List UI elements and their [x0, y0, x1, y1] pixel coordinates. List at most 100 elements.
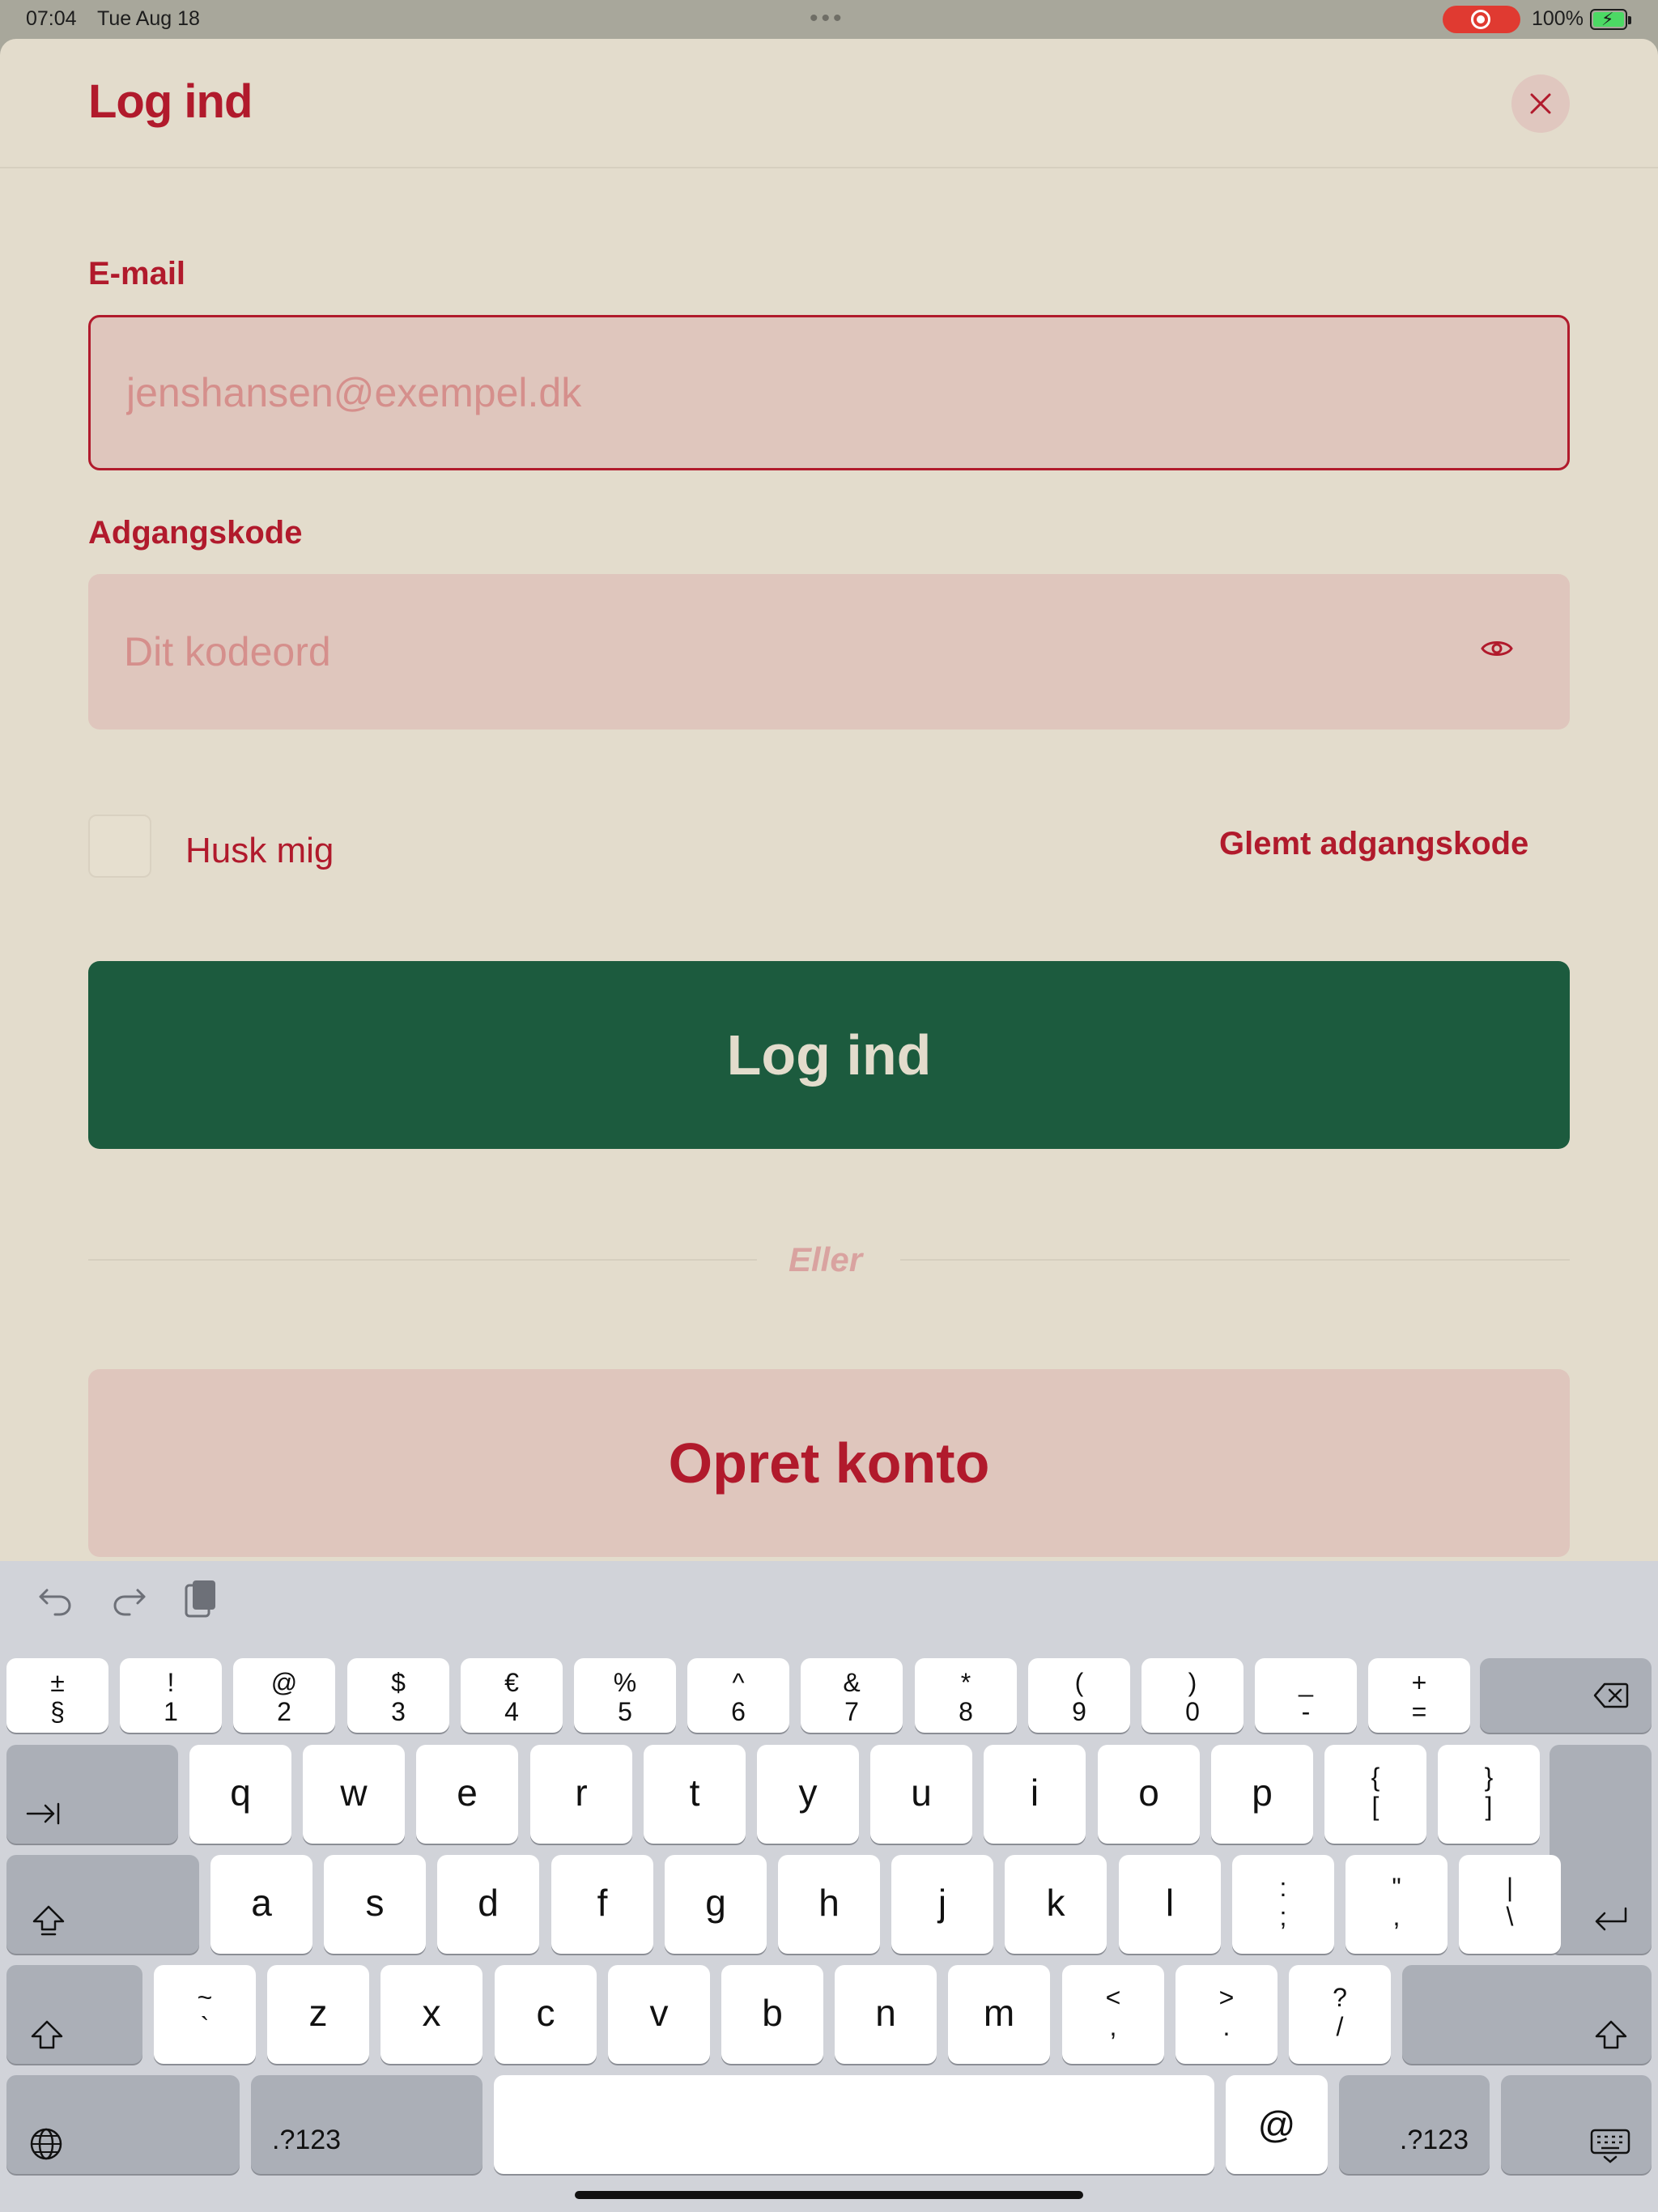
login-button[interactable]: Log ind [88, 961, 1570, 1149]
caps-lock-key[interactable] [6, 1855, 199, 1954]
key-6[interactable]: ^ 6 [687, 1658, 789, 1733]
globe-key[interactable] [6, 2075, 240, 2174]
password-label: Adgangskode [88, 515, 303, 551]
key-1[interactable]: ! 1 [120, 1658, 222, 1733]
key-g[interactable]: g [665, 1855, 767, 1954]
battery-icon: ⚡ [1590, 9, 1631, 30]
multitasking-dots-icon[interactable]: ••• [810, 6, 845, 31]
key-o[interactable]: o [1098, 1745, 1200, 1844]
key-p[interactable]: p [1211, 1745, 1313, 1844]
key-symbol-2[interactable]: | \ [1459, 1855, 1561, 1954]
caps-lock-icon [32, 1905, 65, 1936]
key-h[interactable]: h [778, 1855, 880, 1954]
close-icon [1530, 93, 1551, 114]
at-key[interactable]: @ [1226, 2075, 1328, 2174]
email-field-container[interactable] [88, 315, 1570, 470]
shift-right-key[interactable] [1402, 1965, 1652, 2064]
key-d[interactable]: d [437, 1855, 539, 1954]
key-m[interactable]: m [948, 1965, 1050, 2064]
tab-icon [26, 1802, 60, 1825]
key-w[interactable]: w [303, 1745, 405, 1844]
shift-icon [31, 2020, 63, 2049]
undo-icon[interactable] [37, 1582, 73, 1618]
key-9[interactable]: (9 [1028, 1658, 1130, 1733]
forgot-password-link[interactable]: Glemt adgangskode [1219, 826, 1528, 862]
key-symbol-0[interactable]: :; [1232, 1855, 1334, 1954]
key-5[interactable]: % 5 [574, 1658, 676, 1733]
key-punct-2[interactable]: ? / [1289, 1965, 1391, 2064]
key-r[interactable]: r [530, 1745, 632, 1844]
screen-recording-icon[interactable] [1443, 6, 1520, 33]
key-0[interactable]: ) 0 [1141, 1658, 1244, 1733]
divider-line-right [900, 1259, 1570, 1261]
key-c[interactable]: c [495, 1965, 597, 2064]
key-f[interactable]: f [551, 1855, 653, 1954]
key-§[interactable]: ± § [6, 1658, 108, 1733]
key-x[interactable]: x [380, 1965, 483, 2064]
email-label: E-mail [88, 256, 186, 291]
divider-line-left [88, 1259, 757, 1261]
key-[[interactable]: {[ [1324, 1745, 1426, 1844]
key-=[interactable]: + = [1368, 1658, 1470, 1733]
key-e[interactable]: e [416, 1745, 518, 1844]
key-tilde[interactable]: ~ ` [154, 1965, 256, 2064]
password-field-container[interactable] [88, 574, 1570, 730]
backspace-icon [1593, 1682, 1629, 1708]
key--[interactable]: _ - [1255, 1658, 1357, 1733]
tab-key[interactable] [6, 1745, 178, 1844]
key-l[interactable]: l [1119, 1855, 1221, 1954]
key-q[interactable]: q [189, 1745, 291, 1844]
globe-icon [30, 2128, 62, 2160]
key-b[interactable]: b [721, 1965, 823, 2064]
create-account-button[interactable]: Opret konto [88, 1369, 1570, 1557]
paste-icon[interactable] [183, 1579, 219, 1619]
space-key[interactable] [494, 2075, 1214, 2174]
password-field[interactable] [124, 574, 1419, 730]
status-bar: 07:04 Tue Aug 18 ••• 100% ⚡ [0, 0, 1658, 39]
status-time: 07:04 [26, 7, 77, 30]
home-indicator[interactable] [575, 2191, 1083, 2199]
battery-percentage: 100% [1532, 7, 1584, 30]
remember-me-checkbox[interactable] [88, 815, 151, 878]
divider-text: Eller [789, 1240, 863, 1278]
login-sheet: Log ind E-mail Adgangskode Husk mig Glem… [0, 39, 1658, 1561]
redo-icon[interactable] [112, 1582, 147, 1618]
key-u[interactable]: u [870, 1745, 972, 1844]
key-punct-1[interactable]: >. [1175, 1965, 1278, 2064]
key-s[interactable]: s [324, 1855, 426, 1954]
key-2[interactable]: @2 [233, 1658, 335, 1733]
eye-icon[interactable] [1481, 637, 1513, 660]
onscreen-keyboard: ± §! 1 @2 $3 €4% 5 ^ 6 & 7 * 8(9) 0 _ - + = q w e r t y u i o p{[}… [0, 1561, 1658, 2212]
key-t[interactable]: t [644, 1745, 746, 1844]
numbers-left-key[interactable]: .?123 [251, 2075, 483, 2174]
shift-icon [1595, 2020, 1627, 2049]
key-z[interactable]: z [267, 1965, 369, 2064]
key-punct-0[interactable]: <, [1062, 1965, 1164, 2064]
status-date: Tue Aug 18 [97, 7, 200, 30]
key-8[interactable]: * 8 [915, 1658, 1017, 1733]
numbers-right-key[interactable]: .?123 [1339, 2075, 1490, 2174]
dismiss-keyboard-key[interactable] [1501, 2075, 1652, 2174]
return-icon [1595, 1907, 1627, 1931]
key-a[interactable]: a [210, 1855, 312, 1954]
close-button[interactable] [1511, 74, 1570, 133]
key-v[interactable]: v [608, 1965, 710, 2064]
key-n[interactable]: n [835, 1965, 937, 2064]
return-key[interactable] [1550, 1745, 1652, 1954]
email-field[interactable] [126, 317, 1422, 468]
page-title: Log ind [88, 75, 253, 128]
keyboard-dismiss-icon [1590, 2129, 1630, 2163]
remember-me-label[interactable]: Husk mig [185, 831, 334, 871]
key-i[interactable]: i [984, 1745, 1086, 1844]
key-4[interactable]: €4 [461, 1658, 563, 1733]
key-7[interactable]: & 7 [801, 1658, 903, 1733]
shift-left-key[interactable] [6, 1965, 142, 2064]
key-y[interactable]: y [757, 1745, 859, 1844]
key-j[interactable]: j [891, 1855, 993, 1954]
backspace-key[interactable] [1480, 1658, 1652, 1733]
key-][interactable]: }] [1438, 1745, 1540, 1844]
key-3[interactable]: $3 [347, 1658, 449, 1733]
sheet-header: Log ind [0, 39, 1658, 168]
key-symbol-1[interactable]: ", [1346, 1855, 1448, 1954]
key-k[interactable]: k [1005, 1855, 1107, 1954]
